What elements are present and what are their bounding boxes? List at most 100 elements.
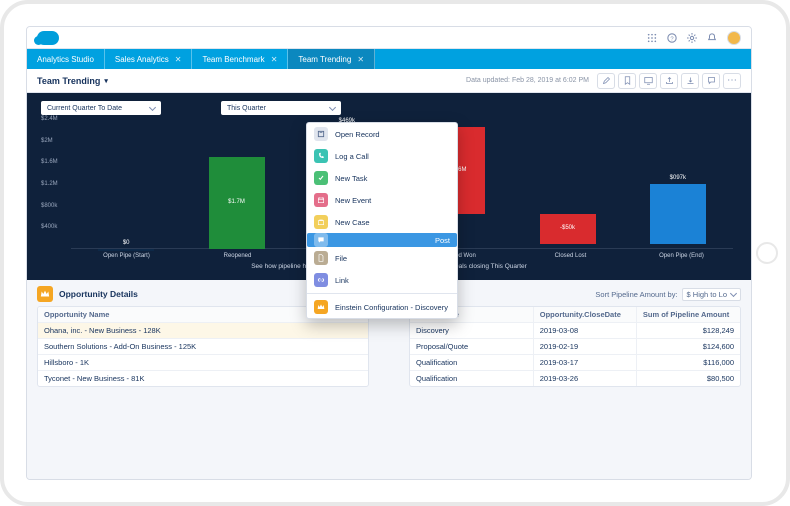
sort-select[interactable]: $ High to Lo [682,288,741,301]
details-title: Opportunity Details [59,289,138,299]
context-menu-label: File [335,254,347,263]
context-menu-label: Log a Call [335,152,369,161]
scope-select[interactable]: This Quarter [221,101,341,115]
close-icon[interactable]: ✕ [271,55,278,64]
table-cell: Qualification [410,355,534,371]
opportunity-metrics-table: Stage NameOpportunity.CloseDateSum of Pi… [409,306,741,387]
tab-label: Team Trending [298,55,351,64]
context-menu-label: Link [335,276,349,285]
context-menu-label: Open Record [335,130,380,139]
x-axis-label: Open Pipe (End) [626,253,737,259]
table-row[interactable]: Qualification2019-03-17$116,000 [410,355,740,371]
context-menu-item[interactable]: Open Record [307,123,457,145]
file-icon [314,251,328,265]
bookmark-button[interactable] [618,73,636,89]
context-menu-item[interactable]: New Case [307,211,457,233]
einstein-icon [314,300,328,314]
more-actions-button[interactable] [723,73,741,89]
x-axis-label: Open Pipe (Start) [71,253,182,259]
context-menu-item[interactable]: New Task [307,167,457,189]
open-icon [314,127,328,141]
sort-select-value: $ High to Lo [687,290,727,299]
tab-label: Analytics Studio [37,55,94,64]
column-header[interactable]: Opportunity.CloseDate [534,307,637,323]
period-select[interactable]: Current Quarter To Date [41,101,161,115]
context-menu-label: New Task [335,174,367,183]
table-cell: $128,249 [637,323,740,339]
context-menu-label: Post [435,236,450,245]
notification-bell-icon[interactable] [707,33,717,43]
tab-team-trending[interactable]: Team Trending ✕ [288,49,375,69]
task-icon [314,171,328,185]
opportunity-name-cell: Hillsboro - 1K [38,355,368,371]
table-cell: 2019-03-26 [534,371,637,386]
link-icon [314,273,328,287]
opportunity-name-cell: Tyconet - New Business - 81K [38,371,368,386]
tab-label: Team Benchmark [202,55,264,64]
context-menu-label: New Case [335,218,370,227]
context-menu-item[interactable]: File [307,247,457,269]
post-icon [314,233,328,247]
column-header[interactable]: Sum of Pipeline Amount [637,307,740,323]
bar-value-label: $1.7M [228,199,245,205]
table-row[interactable]: Hillsboro - 1K [38,355,368,371]
present-button[interactable] [639,73,657,89]
table-cell: 2019-03-17 [534,355,637,371]
table-row[interactable]: Tyconet - New Business - 81K [38,371,368,386]
data-updated-text: Data updated: Feb 28, 2019 at 6:02 PM [466,77,589,84]
table-cell: $124,600 [637,339,740,355]
app-launcher-icon[interactable] [647,33,657,43]
tablet-home-button[interactable] [756,242,778,264]
help-icon[interactable]: ? [667,33,677,43]
table-cell: Discovery [410,323,534,339]
x-axis-label: Closed Lost [515,253,626,259]
table-row[interactable]: Proposal/Quote2019-02-19$124,600 [410,339,740,355]
sort-control: Sort Pipeline Amount by: $ High to Lo [595,288,741,301]
avatar[interactable] [727,31,741,45]
table-row[interactable]: Southern Solutions - Add-On Business - 1… [38,339,368,355]
download-button[interactable] [681,73,699,89]
table-cell: 2019-02-19 [534,339,637,355]
table-row[interactable]: Qualification2019-03-26$80,500 [410,371,740,386]
close-icon[interactable]: ✕ [175,55,182,64]
edit-button[interactable] [597,73,615,89]
tab-team-benchmark[interactable]: Team Benchmark ✕ [192,49,288,69]
opportunity-name-cell: Ohana, inc. - New Business - 128K [38,323,368,339]
x-axis-label: Reopened [182,253,293,259]
page-title[interactable]: Team Trending▾ [37,76,108,86]
context-menu-item[interactable]: New Event [307,189,457,211]
table-row[interactable]: Ohana, inc. - New Business - 128K [38,323,368,339]
tab-analytics-studio[interactable]: Analytics Studio [27,49,105,69]
tab-sales-analytics[interactable]: Sales Analytics ✕ [105,49,193,69]
workspace-tabs: Analytics Studio Sales Analytics ✕ Team B… [27,49,751,69]
context-menu-item[interactable]: Post [307,233,457,247]
scope-select-value: This Quarter [227,105,266,112]
waterfall-bar[interactable] [650,184,706,243]
sort-label: Sort Pipeline Amount by: [595,290,677,299]
chevron-down-icon [329,104,336,111]
tab-label: Sales Analytics [115,55,169,64]
context-menu: Open Record Log a Call New Task New Event Ne… [306,122,458,319]
comments-button[interactable] [702,73,720,89]
context-menu-label: Einstein Configuration - Discovery [335,303,448,312]
salesforce-logo[interactable] [37,31,59,45]
opportunity-name-cell: Southern Solutions - Add-On Business - 1… [38,339,368,355]
dashboard-header: Team Trending▾ Data updated: Feb 28, 201… [27,69,751,93]
context-menu-label: New Event [335,196,371,205]
context-menu-item[interactable]: Link [307,269,457,291]
table-cell: $116,000 [637,355,740,371]
call-icon [314,149,328,163]
chevron-down-icon [730,290,737,297]
table-cell: Qualification [410,371,534,386]
share-button[interactable] [660,73,678,89]
crown-icon [37,286,53,302]
chevron-down-icon [149,104,156,111]
gear-icon[interactable] [687,33,697,43]
context-menu-item[interactable]: Einstein Configuration - Discovery [307,296,457,318]
waterfall-bar[interactable] [98,249,154,251]
table-cell: Proposal/Quote [410,339,534,355]
table-row[interactable]: Discovery2019-03-08$128,249 [410,323,740,339]
close-icon[interactable]: ✕ [357,55,364,64]
case-icon [314,215,328,229]
context-menu-item[interactable]: Log a Call [307,145,457,167]
